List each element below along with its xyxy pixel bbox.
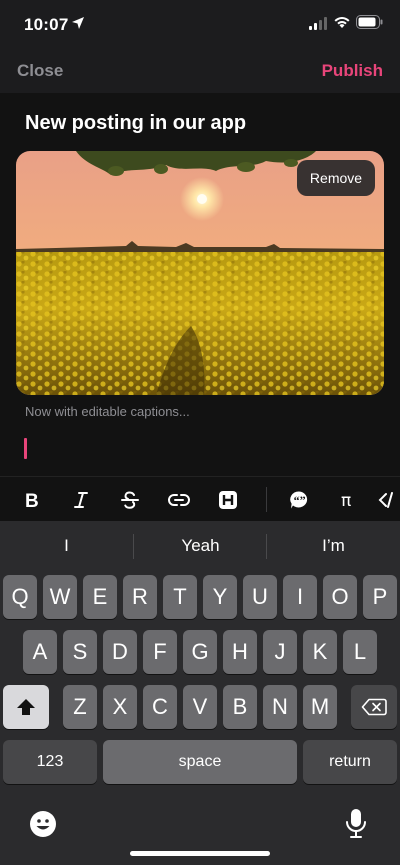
key-e[interactable]: E (83, 575, 117, 619)
suggestion-2[interactable]: Yeah (134, 521, 267, 571)
key-i[interactable]: I (283, 575, 317, 619)
post-editor: New posting in our app Remove Now with e… (0, 93, 400, 476)
key-k[interactable]: K (303, 630, 337, 674)
link-button[interactable] (162, 477, 196, 522)
key-w[interactable]: W (43, 575, 77, 619)
battery-icon (356, 15, 383, 29)
pi-button[interactable]: π (331, 477, 365, 522)
heading-button[interactable] (211, 477, 245, 522)
toolbar-divider (266, 487, 267, 512)
key-t[interactable]: T (163, 575, 197, 619)
pi-icon: π (341, 491, 351, 509)
strikethrough-icon (121, 490, 139, 509)
delete-key[interactable] (351, 685, 397, 729)
code-icon (378, 491, 393, 508)
formatting-toolbar: B “” π (0, 476, 400, 521)
key-s[interactable]: S (63, 630, 97, 674)
status-bar: 10:07 (0, 0, 400, 52)
svg-text:B: B (25, 491, 39, 510)
key-c[interactable]: C (143, 685, 177, 729)
close-button[interactable]: Close (17, 61, 63, 81)
backspace-icon (361, 698, 387, 716)
numbers-key[interactable]: 123 (3, 740, 97, 784)
key-g[interactable]: G (183, 630, 217, 674)
return-key[interactable]: return (303, 740, 397, 784)
key-m[interactable]: M (303, 685, 337, 729)
publish-button[interactable]: Publish (322, 61, 383, 81)
key-b[interactable]: B (223, 685, 257, 729)
code-button[interactable] (378, 477, 400, 522)
key-u[interactable]: U (243, 575, 277, 619)
key-q[interactable]: Q (3, 575, 37, 619)
location-arrow-icon (72, 17, 84, 29)
microphone-icon[interactable] (345, 808, 367, 840)
bold-button[interactable]: B (15, 477, 49, 522)
suggestion-1[interactable]: I (0, 521, 133, 571)
key-o[interactable]: O (323, 575, 357, 619)
key-f[interactable]: F (143, 630, 177, 674)
predictive-bar: I Yeah I’m (0, 521, 400, 571)
home-indicator[interactable] (130, 851, 270, 856)
quote-button[interactable]: “” (282, 477, 316, 522)
key-y[interactable]: Y (203, 575, 237, 619)
key-z[interactable]: Z (63, 685, 97, 729)
wifi-icon (334, 17, 350, 28)
suggestion-3[interactable]: I’m (267, 521, 400, 571)
cellular-signal-icon (309, 17, 327, 30)
space-key[interactable]: space (103, 740, 297, 784)
link-icon (168, 493, 190, 506)
svg-text:π: π (341, 491, 351, 509)
status-time: 10:07 (24, 15, 69, 34)
nav-bar: Close Publish (0, 52, 400, 93)
emoji-icon[interactable] (29, 810, 57, 838)
key-d[interactable]: D (103, 630, 137, 674)
shift-arrow-icon (17, 699, 35, 715)
italic-button[interactable] (64, 477, 98, 522)
keyboard: I Yeah I’m Q W E R T Y U I O P A S D F G… (0, 521, 400, 865)
key-j[interactable]: J (263, 630, 297, 674)
key-h[interactable]: H (223, 630, 257, 674)
key-r[interactable]: R (123, 575, 157, 619)
text-cursor[interactable] (24, 438, 27, 459)
post-image[interactable]: Remove (16, 151, 384, 395)
post-title[interactable]: New posting in our app (25, 112, 246, 135)
key-l[interactable]: L (343, 630, 377, 674)
italic-icon (74, 491, 88, 508)
bold-icon: B (25, 491, 39, 510)
key-p[interactable]: P (363, 575, 397, 619)
key-n[interactable]: N (263, 685, 297, 729)
quote-icon: “” (290, 490, 308, 508)
key-v[interactable]: V (183, 685, 217, 729)
key-x[interactable]: X (103, 685, 137, 729)
svg-text:“”: “” (294, 493, 306, 507)
strikethrough-button[interactable] (113, 477, 147, 522)
heading-icon (219, 490, 237, 509)
shift-key[interactable] (3, 685, 49, 729)
image-caption[interactable]: Now with editable captions... (25, 404, 190, 419)
key-a[interactable]: A (23, 630, 57, 674)
remove-image-button[interactable]: Remove (297, 160, 375, 196)
